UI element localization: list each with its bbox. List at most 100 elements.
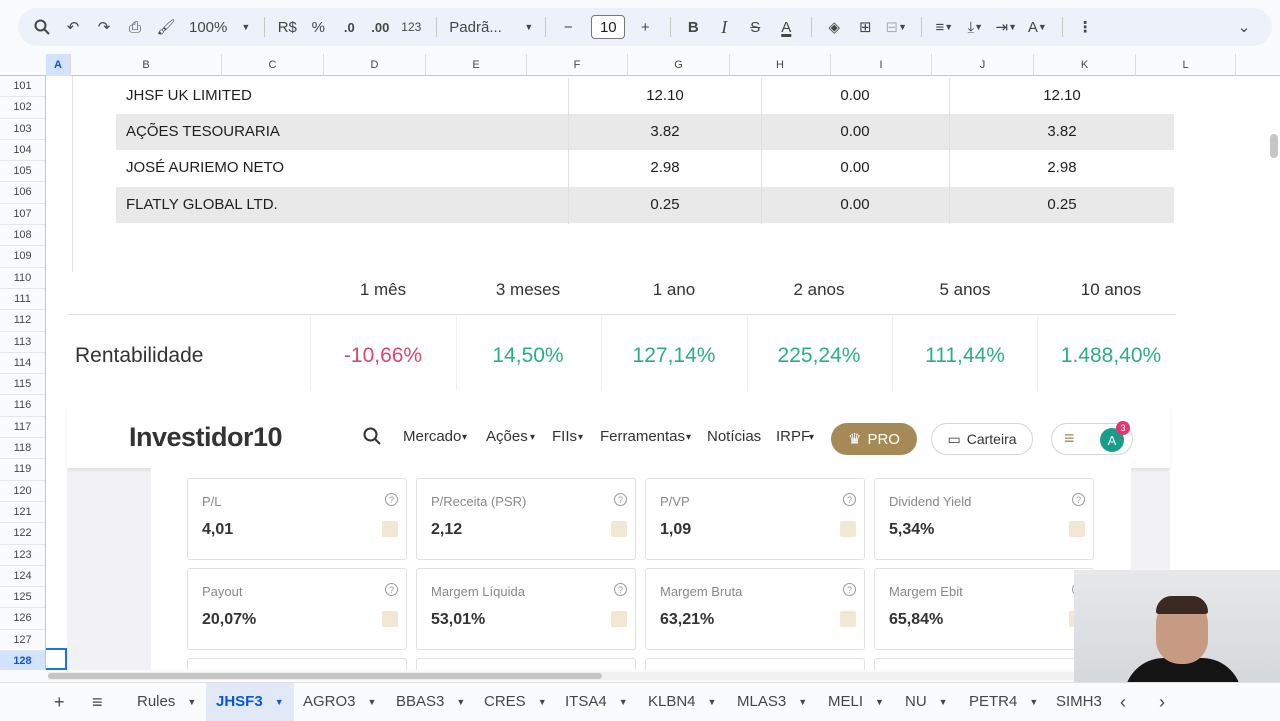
column-header-e[interactable]: E: [426, 54, 527, 76]
sheet-tab[interactable]: SIMH3: [1046, 683, 1104, 721]
column-header-g[interactable]: G: [628, 54, 730, 76]
row-header-item[interactable]: 108: [0, 225, 45, 247]
all-sheets-icon[interactable]: ≡: [92, 683, 103, 721]
fill-color-icon[interactable]: ◈: [820, 13, 848, 41]
column-header-i[interactable]: I: [831, 54, 932, 76]
row-header-item[interactable]: 113: [0, 332, 45, 353]
sheet-tab[interactable]: ITSA4 ▼: [555, 683, 638, 721]
redo-icon[interactable]: ↷: [90, 13, 118, 41]
column-header-b[interactable]: B: [71, 54, 222, 76]
row-header-item[interactable]: 122: [0, 523, 45, 545]
italic-icon[interactable]: I: [710, 13, 738, 41]
investidor10-image[interactable]: Investidor10 Mercado ▾ Ações ▾ FIIs ▾ Fe…: [67, 406, 1170, 670]
align-horizontal-icon[interactable]: ≡ ▼: [930, 13, 958, 41]
column-header-j[interactable]: J: [932, 54, 1034, 76]
row-header-item[interactable]: 103: [0, 119, 45, 140]
toolbar-divider: [264, 17, 266, 37]
sheet-tab[interactable]: AGRO3 ▼: [293, 683, 386, 721]
row-header-item[interactable]: 111: [0, 289, 45, 311]
search-icon[interactable]: [28, 13, 56, 41]
row-header-item[interactable]: 104: [0, 140, 45, 162]
sheet-tab[interactable]: Rules ▼: [127, 683, 206, 721]
sheet-tab[interactable]: MLAS3 ▼: [727, 683, 817, 721]
sheet-tab-active[interactable]: JHSF3 ▼: [206, 683, 294, 721]
column-header-c[interactable]: C: [222, 54, 324, 76]
row-header-item[interactable]: 112: [0, 310, 45, 332]
row-header-item[interactable]: 127: [0, 630, 45, 652]
decrease-font-size-button[interactable]: −: [554, 13, 582, 41]
column-header-l[interactable]: L: [1136, 54, 1236, 76]
sheet-tab[interactable]: PETR4 ▼: [959, 683, 1048, 721]
table-row: JHSF UK LIMITED 12.10 0.00 12.10: [116, 78, 1174, 114]
text-color-icon[interactable]: A: [772, 13, 800, 41]
row-header-item[interactable]: 110: [0, 268, 45, 289]
column-header-f[interactable]: F: [527, 54, 628, 76]
align-vertical-icon[interactable]: ⤓ ▼: [961, 13, 989, 41]
column-header-k[interactable]: K: [1034, 54, 1136, 76]
percent-button[interactable]: %: [304, 13, 332, 41]
column-header-a[interactable]: A: [46, 54, 71, 76]
row-header-item[interactable]: 101: [0, 76, 45, 98]
chart-icon: [382, 611, 398, 627]
row-header-item[interactable]: 114: [0, 353, 45, 375]
chevron-right-icon[interactable]: ›: [1159, 683, 1165, 721]
text-wrap-icon[interactable]: ⇥ ▼: [992, 13, 1020, 41]
row-header-item[interactable]: 120: [0, 481, 45, 502]
chevron-left-icon[interactable]: ‹: [1120, 683, 1126, 721]
row-header-item[interactable]: 121: [0, 502, 45, 524]
sheet-tab[interactable]: CRES ▼: [474, 683, 557, 721]
bold-icon[interactable]: B: [679, 13, 707, 41]
print-icon[interactable]: ⎙: [121, 13, 149, 41]
indicator-card: Dividend Yield 5,34% ?: [874, 478, 1094, 560]
indicator-value: 63,21%: [660, 611, 715, 628]
row-header-item-selected[interactable]: 128: [0, 651, 45, 670]
row-header-item[interactable]: 119: [0, 459, 45, 481]
paint-format-icon[interactable]: 🖌︎: [152, 13, 180, 41]
selected-cell[interactable]: [46, 648, 67, 670]
column-divider: [892, 316, 893, 390]
merge-cells-icon[interactable]: ⊟ ▼: [882, 13, 910, 41]
borders-icon[interactable]: ⊞: [851, 13, 879, 41]
increase-font-size-button[interactable]: +: [631, 13, 659, 41]
decrease-decimal-button[interactable]: .0: [335, 13, 363, 41]
row-header-item[interactable]: 115: [0, 374, 45, 396]
row-header-item[interactable]: 125: [0, 587, 45, 609]
collapse-toolbar-icon[interactable]: ⌄: [1230, 13, 1258, 41]
text-rotate-icon[interactable]: A ▼: [1023, 13, 1051, 41]
currency-button[interactable]: R$: [273, 13, 301, 41]
row-header-item[interactable]: 117: [0, 417, 45, 439]
zoom-select[interactable]: 100% ▼: [183, 19, 256, 36]
rentabilidade-label: Rentabilidade: [75, 344, 204, 367]
sheet-tab[interactable]: BBAS3 ▼: [386, 683, 475, 721]
number-format-button[interactable]: 123: [397, 13, 425, 41]
row-header-item[interactable]: 109: [0, 246, 45, 268]
horizontal-scrollbar-thumb[interactable]: [48, 673, 602, 679]
period-header: 2 anos: [793, 280, 845, 299]
vertical-scrollbar[interactable]: [1270, 134, 1278, 158]
font-size-input[interactable]: 10: [591, 15, 626, 39]
column-header-h[interactable]: H: [730, 54, 831, 76]
sheet-tab[interactable]: KLBN4 ▼: [638, 683, 726, 721]
row-header-item[interactable]: 124: [0, 566, 45, 588]
row-header-item[interactable]: 116: [0, 395, 45, 417]
undo-icon[interactable]: ↶: [59, 13, 87, 41]
strikethrough-icon[interactable]: S: [741, 13, 769, 41]
increase-decimal-button[interactable]: .00: [366, 13, 394, 41]
table-divider: [761, 78, 762, 224]
more-options-icon[interactable]: ⋮: [1071, 13, 1099, 41]
row-header-item[interactable]: 123: [0, 545, 45, 566]
chevron-down-icon: ▾: [809, 432, 815, 443]
add-sheet-icon[interactable]: +: [54, 683, 65, 721]
sheet-tab[interactable]: MELI ▼: [818, 683, 894, 721]
row-header-item[interactable]: 105: [0, 161, 45, 183]
row-header-item[interactable]: 107: [0, 204, 45, 226]
row-header-item[interactable]: 126: [0, 608, 45, 630]
row-header-item[interactable]: 106: [0, 182, 45, 204]
font-select[interactable]: Padrã... ▼: [445, 19, 537, 36]
row-header-item[interactable]: 118: [0, 438, 45, 460]
row-header-item[interactable]: 102: [0, 97, 45, 119]
chevron-down-icon: ▾: [462, 432, 468, 443]
column-header-d[interactable]: D: [324, 54, 426, 76]
sheet-tab[interactable]: NU ▼: [895, 683, 958, 721]
shareholder-value: 0.00: [840, 87, 870, 104]
